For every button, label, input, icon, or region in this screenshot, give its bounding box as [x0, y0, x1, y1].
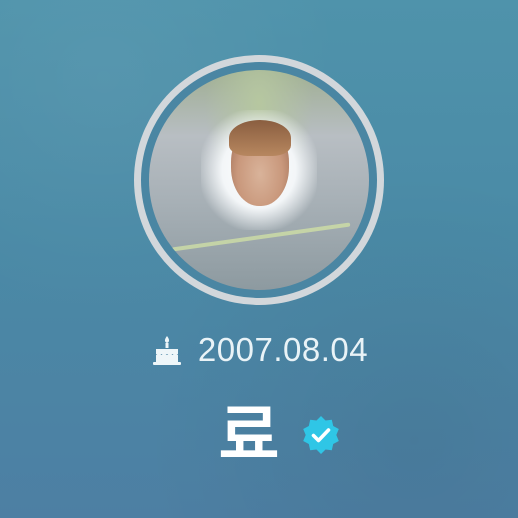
- verified-badge-icon: [299, 413, 343, 457]
- birthday-cake-icon: [150, 333, 184, 367]
- avatar-photo[interactable]: [149, 70, 369, 290]
- avatar-ring: [141, 62, 377, 298]
- name-row: 료: [0, 395, 518, 475]
- birthday-row: 2007.08.04: [0, 325, 518, 375]
- avatar[interactable]: [134, 55, 384, 305]
- profile-screen: { "profile": { "birthday": "2007.08.04",…: [0, 0, 518, 518]
- display-name: 료: [218, 398, 280, 472]
- avatar-hair: [229, 120, 291, 156]
- birthday-date: 2007.08.04: [197, 331, 369, 368]
